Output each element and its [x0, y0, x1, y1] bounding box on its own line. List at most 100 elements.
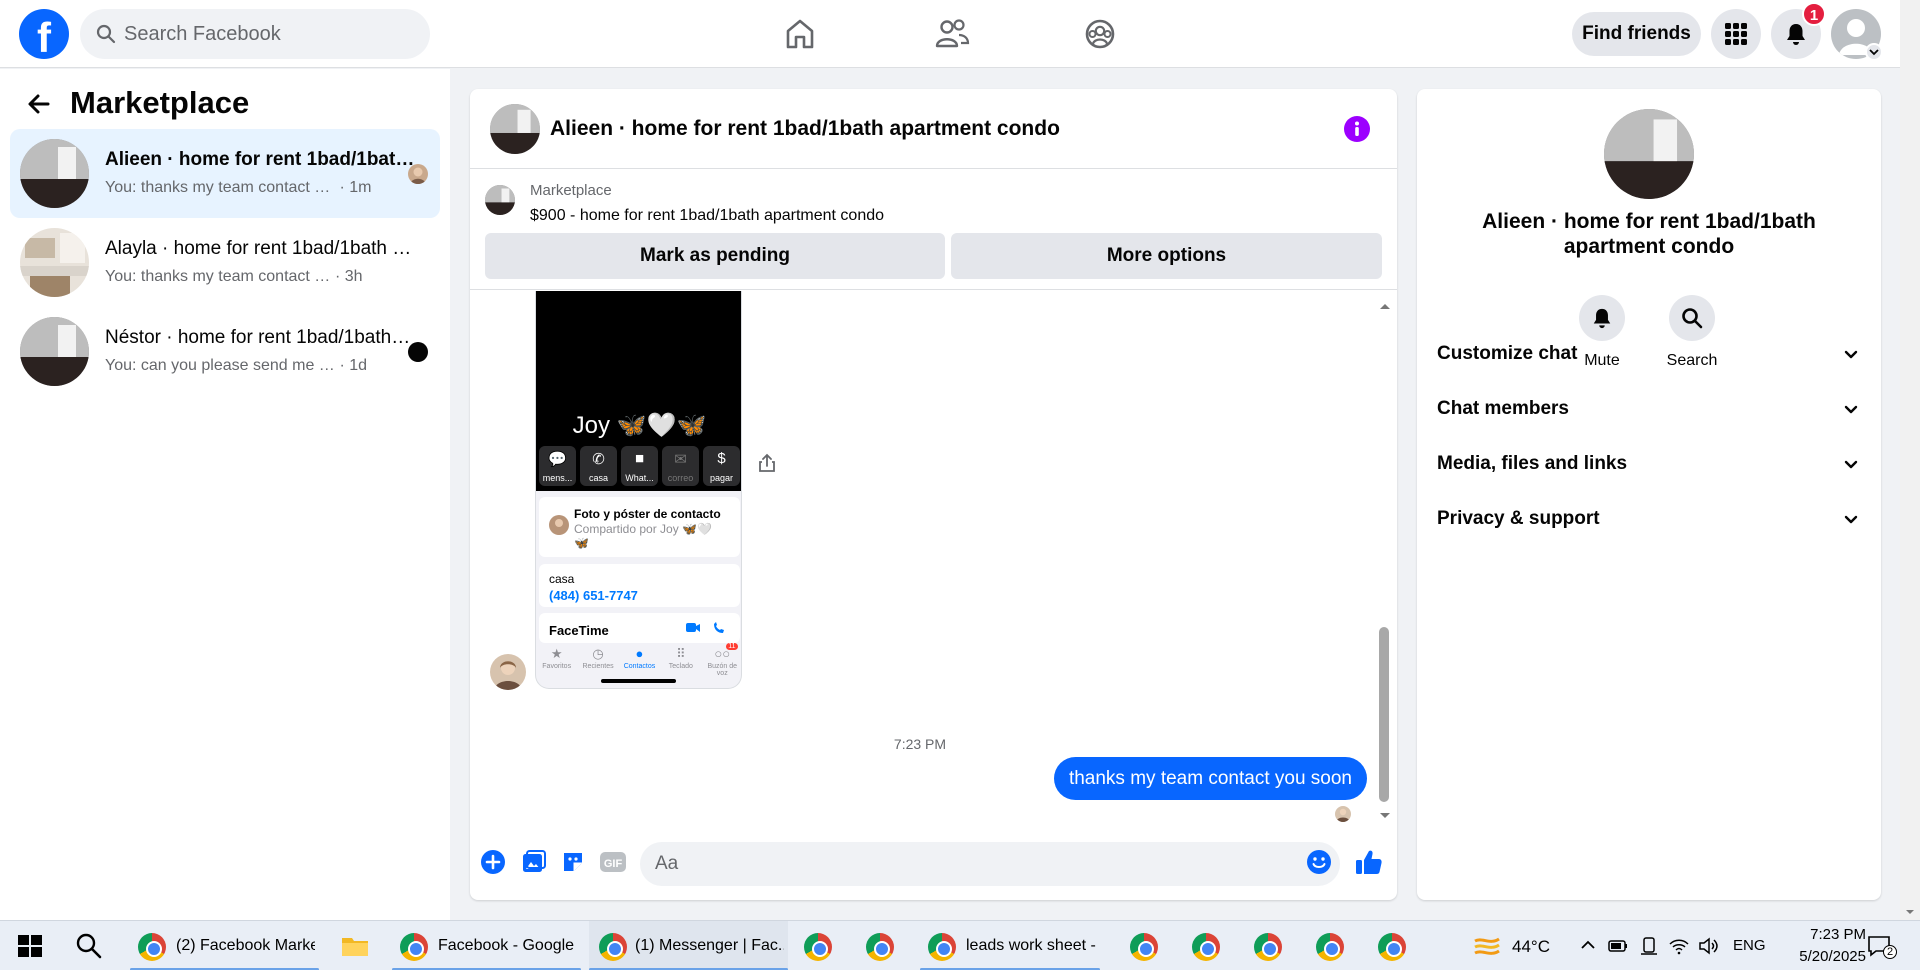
message-action: 💬 mens... [539, 446, 576, 486]
weather-temperature[interactable]: 44°C [1512, 937, 1550, 957]
chrome-profile-icon[interactable] [1130, 933, 1158, 961]
chrome-profile-icon[interactable] [1192, 933, 1220, 961]
taskbar-app-facebook-marketplace[interactable]: (2) Facebook Marke... [130, 921, 319, 970]
conversation-item-alayla[interactable]: Alayla · home for rent 1bad/1bath apartm… [10, 218, 440, 307]
chat-panel: Alieen · home for rent 1bad/1bath apartm… [470, 89, 1397, 900]
chevron-down-icon [1844, 460, 1858, 469]
shared-screenshot-image[interactable]: Joy 🦋🤍🦋 💬 mens... ✆ casa ■ What... ✉ correo … [535, 291, 742, 689]
home-indicator [601, 679, 676, 683]
mark-as-pending-button[interactable]: Mark as pending [485, 233, 945, 279]
bell-icon [1593, 308, 1611, 329]
phone-tab-bar: ★ Favoritos ◷ Recientes ● Contactos ⠿ Teclad… [542, 643, 738, 677]
weather-icon[interactable] [1472, 931, 1502, 961]
account-chevron-icon[interactable] [1865, 43, 1883, 61]
bell-icon [1787, 24, 1805, 45]
mail-action: ✉ correo [662, 446, 699, 486]
search-icon [1682, 308, 1703, 329]
search-input[interactable] [124, 9, 414, 59]
customize-chat-section[interactable]: Customize chat [1417, 327, 1881, 382]
call-action: ✆ casa [580, 446, 617, 486]
contact-actions: 💬 mens... ✆ casa ■ What... ✉ correo $ pagar [539, 446, 740, 486]
back-arrow-icon[interactable] [26, 91, 52, 117]
search-icon [96, 24, 116, 44]
volume-icon[interactable] [1697, 935, 1719, 957]
conversation-name: Néstor · home for rent 1bad/1bath apartm… [105, 327, 415, 348]
thumbs-up-icon[interactable] [1355, 849, 1383, 875]
battery-icon[interactable] [1607, 935, 1629, 957]
conversation-item-alieen[interactable]: Alieen · home for rent 1bad/1bath apartm… [10, 129, 440, 218]
svg-text:GIF: GIF [604, 858, 623, 870]
home-icon[interactable] [780, 14, 820, 54]
seen-avatar [408, 164, 428, 184]
chat-info-panel: Alieen · home for rent 1bad/1bath apartm… [1417, 89, 1881, 900]
chevron-up-icon[interactable] [1578, 935, 1598, 955]
listing-thumbnail [20, 139, 89, 208]
listing-detail[interactable]: $900 - home for rent 1bad/1bath apartmen… [530, 207, 884, 225]
grid-menu-icon [1725, 23, 1747, 45]
wifi-icon[interactable] [1668, 935, 1690, 957]
chrome-profile-icon[interactable] [804, 933, 832, 961]
info-icon[interactable] [1344, 116, 1370, 142]
plus-circle-icon[interactable] [480, 849, 506, 875]
info-title: Alieen · home for rent 1bad/1bath apartm… [1482, 210, 1816, 258]
conversation-name: Alayla · home for rent 1bad/1bath apartm… [105, 238, 415, 259]
chrome-profile-icon[interactable] [1316, 933, 1344, 961]
clock-date[interactable]: 5/20/2025 [1776, 948, 1866, 965]
chrome-profile-icon[interactable] [1378, 933, 1406, 961]
find-friends-button[interactable]: Find friends [1572, 12, 1701, 56]
chrome-icon [928, 933, 956, 961]
more-options-button[interactable]: More options [951, 233, 1382, 279]
conversation-preview: You: thanks my team contact you coon· 3h [105, 268, 363, 285]
media-files-links-section[interactable]: Media, files and links [1417, 437, 1881, 492]
sticker-icon[interactable] [560, 849, 586, 875]
taskbar-app-leads-work-sheet[interactable]: leads work sheet - ... [920, 921, 1100, 970]
groups-icon[interactable] [1080, 14, 1120, 54]
friends-icon[interactable] [932, 14, 972, 54]
conversation-preview: You: can you please send me your number … [105, 357, 368, 374]
taskbar-app-facebook-google[interactable]: Facebook - Google ... [392, 921, 581, 970]
conversation-preview: You: thanks my team contact you soon · 1… [105, 179, 372, 196]
message-composer: GIF [470, 831, 1397, 900]
taskbar-app-messenger[interactable]: (1) Messenger | Fac... [589, 921, 788, 970]
message-scroll-thumb[interactable] [1379, 627, 1389, 802]
message-input[interactable] [640, 842, 1340, 886]
listing-mini-thumbnail [485, 185, 515, 215]
contact-phone-card: casa (484) 651-7747 [539, 564, 740, 607]
chevron-down-icon [1844, 515, 1858, 524]
chrome-profile-icon[interactable] [1254, 933, 1282, 961]
chrome-icon [400, 933, 428, 961]
chrome-icon [599, 933, 627, 961]
outgoing-message-bubble[interactable]: thanks my team contact you soon [1053, 757, 1367, 800]
message-list[interactable]: Joy 🦋🤍🦋 💬 mens... ✆ casa ■ What... ✉ correo … [470, 291, 1397, 831]
conversation-item-nestor[interactable]: Néstor · home for rent 1bad/1bath apartm… [10, 307, 440, 396]
emoji-icon[interactable] [1306, 849, 1332, 875]
facebook-logo-icon[interactable]: f [19, 9, 69, 59]
privacy-support-section[interactable]: Privacy & support [1417, 492, 1881, 547]
chrome-profile-icon[interactable] [866, 933, 894, 961]
chat-title[interactable]: Alieen · home for rent 1bad/1bath apartm… [550, 117, 1060, 141]
contact-photo-card: Foto y póster de contacto Compartido por… [539, 497, 740, 557]
marketplace-inbox-panel: Marketplace Alieen · home for rent 1bad/… [0, 69, 450, 920]
share-icon[interactable] [758, 453, 776, 473]
listing-summary: Marketplace $900 - home for rent 1bad/1b… [470, 170, 1397, 290]
windows-start-icon[interactable] [15, 931, 45, 961]
clock-time[interactable]: 7:23 PM [1776, 926, 1866, 943]
gif-icon[interactable]: GIF [599, 849, 627, 875]
device-icon[interactable] [1638, 935, 1660, 957]
chat-thumbnail[interactable] [490, 104, 540, 154]
chrome-icon [138, 933, 166, 961]
search-box[interactable] [80, 9, 430, 59]
photo-attach-icon[interactable] [521, 849, 547, 875]
contact-name: Joy 🦋🤍🦋 [572, 412, 707, 439]
listing-avatar[interactable] [1604, 109, 1694, 199]
windows-taskbar: (2) Facebook Marke... Facebook - Google … [0, 920, 1920, 970]
page-scrollbar[interactable] [1900, 0, 1920, 920]
file-explorer-icon[interactable] [340, 931, 370, 961]
menu-button[interactable] [1711, 9, 1761, 59]
chat-members-section[interactable]: Chat members [1417, 382, 1881, 437]
input-language[interactable]: ENG [1733, 937, 1766, 954]
sender-avatar[interactable] [490, 654, 526, 690]
contact-facetime-card: FaceTime [539, 613, 740, 643]
unread-indicator [408, 342, 428, 362]
taskbar-search-icon[interactable] [74, 931, 104, 961]
